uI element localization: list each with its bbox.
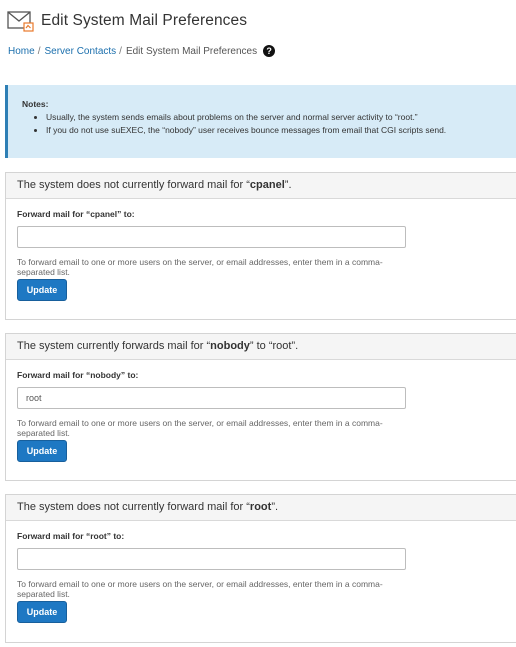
forward-panel-root: The system does not currently forward ma… (5, 494, 516, 643)
forward-input-root[interactable] (17, 548, 406, 570)
panel-body: Forward mail for “root” to: To forward e… (6, 521, 516, 623)
breadcrumb: Home / Server Contacts / Edit System Mai… (8, 45, 276, 57)
panel-heading: The system currently forwards mail for “… (6, 334, 516, 360)
panel-heading-text: ”. (284, 179, 292, 191)
panel-heading-text: The system currently forwards mail for “ (17, 340, 211, 352)
notes-item: Usually, the system sends emails about p… (46, 111, 516, 124)
forward-panel-cpanel: The system does not currently forward ma… (5, 172, 516, 320)
breadcrumb-home[interactable]: Home (8, 46, 35, 57)
page-title: Edit System Mail Preferences (41, 12, 248, 29)
help-text: To forward email to one or more users on… (17, 418, 383, 438)
mail-icon (7, 11, 34, 32)
help-icon[interactable]: ? (263, 45, 276, 57)
breadcrumb-separator: / (37, 45, 41, 57)
forward-field-label: Forward mail for “root” to: (17, 531, 125, 541)
panel-heading-text: ”. (271, 501, 279, 513)
panel-heading-user: nobody (210, 340, 250, 352)
notes-list: Usually, the system sends emails about p… (22, 111, 516, 137)
help-text: To forward email to one or more users on… (17, 257, 383, 277)
panel-body: Forward mail for “nobody” to: To forward… (6, 360, 516, 462)
breadcrumb-server-contacts[interactable]: Server Contacts (44, 46, 116, 57)
breadcrumb-current: Edit System Mail Preferences (125, 45, 258, 57)
breadcrumb-separator: / (119, 45, 122, 57)
notes-callout: Notes: Usually, the system sends emails … (5, 85, 516, 158)
forward-panel-nobody: The system currently forwards mail for “… (5, 333, 516, 481)
update-button-root[interactable]: Update (17, 601, 67, 623)
panel-heading: The system does not currently forward ma… (6, 495, 516, 521)
update-button-nobody[interactable]: Update (17, 440, 67, 462)
forward-field-label: Forward mail for “nobody” to: (17, 370, 139, 380)
panel-body: Forward mail for “cpanel” to: To forward… (6, 199, 516, 301)
forward-field-label: Forward mail for “cpanel” to: (17, 209, 135, 219)
page-header: Edit System Mail Preferences (7, 9, 247, 33)
help-text: To forward email to one or more users on… (17, 579, 383, 599)
notes-label: Notes: (22, 99, 49, 109)
panel-heading: The system does not currently forward ma… (6, 173, 516, 199)
panel-heading-text: ” to “root”. (249, 340, 299, 352)
panel-heading-user: cpanel (249, 179, 285, 191)
forward-input-nobody[interactable] (17, 387, 406, 409)
update-button-cpanel[interactable]: Update (17, 279, 67, 301)
panel-heading-text: The system does not currently forward ma… (17, 179, 250, 191)
forward-input-cpanel[interactable] (17, 226, 406, 248)
notes-item: If you do not use suEXEC, the “nobody” u… (46, 124, 516, 137)
panel-heading-text: The system does not currently forward ma… (17, 501, 250, 513)
panel-heading-user: root (249, 501, 272, 513)
